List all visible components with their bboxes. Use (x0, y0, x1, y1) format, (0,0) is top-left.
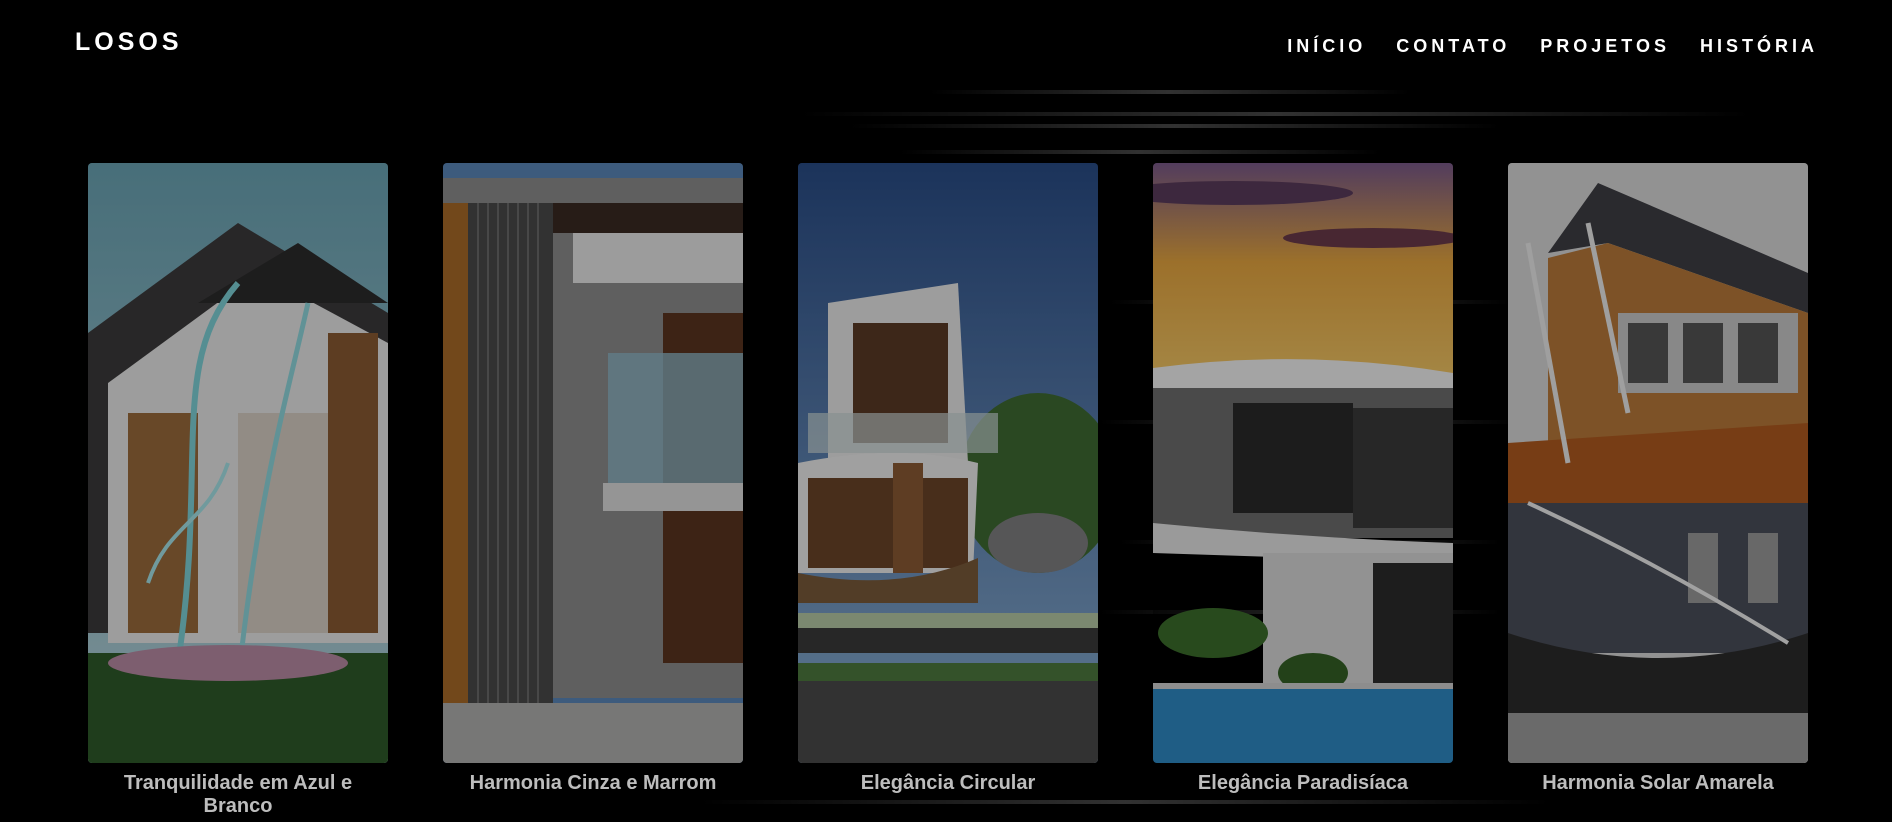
project-card[interactable]: Tranquilidade em Azul e Branco (88, 163, 388, 818)
project-gallery: Tranquilidade em Azul e Branco Harmonia … (88, 163, 1808, 818)
project-card[interactable]: Harmonia Solar Amarela (1508, 163, 1808, 818)
project-card[interactable]: Harmonia Cinza e Marrom (443, 163, 743, 818)
project-title: Harmonia Cinza e Marrom (469, 772, 717, 794)
project-card[interactable]: Elegância Circular (798, 163, 1098, 818)
project-title: Elegância Circular (860, 772, 1036, 794)
nav-link-inicio[interactable]: INÍCIO (1287, 36, 1366, 57)
house-paradise-pool-image[interactable] (1153, 163, 1453, 763)
house-blue-white-image[interactable] (88, 163, 388, 763)
site-header: LOSOS INÍCIO CONTATO PROJETOS HISTÓRIA (0, 0, 1892, 90)
house-gray-brown-image[interactable] (443, 163, 743, 763)
house-circular-image[interactable] (798, 163, 1098, 763)
site-logo[interactable]: LOSOS (75, 28, 183, 57)
nav-link-historia[interactable]: HISTÓRIA (1700, 36, 1818, 57)
nav-link-contato[interactable]: CONTATO (1396, 36, 1510, 57)
project-title: Tranquilidade em Azul e Branco (123, 772, 353, 817)
project-title: Harmonia Solar Amarela (1542, 772, 1774, 794)
nav-link-projetos[interactable]: PROJETOS (1540, 36, 1670, 57)
house-yellow-solar-image[interactable] (1508, 163, 1808, 763)
project-card[interactable]: Elegância Paradisíaca (1153, 163, 1453, 818)
project-title: Elegância Paradisíaca (1197, 772, 1409, 794)
main-nav: INÍCIO CONTATO PROJETOS HISTÓRIA (1287, 36, 1818, 57)
